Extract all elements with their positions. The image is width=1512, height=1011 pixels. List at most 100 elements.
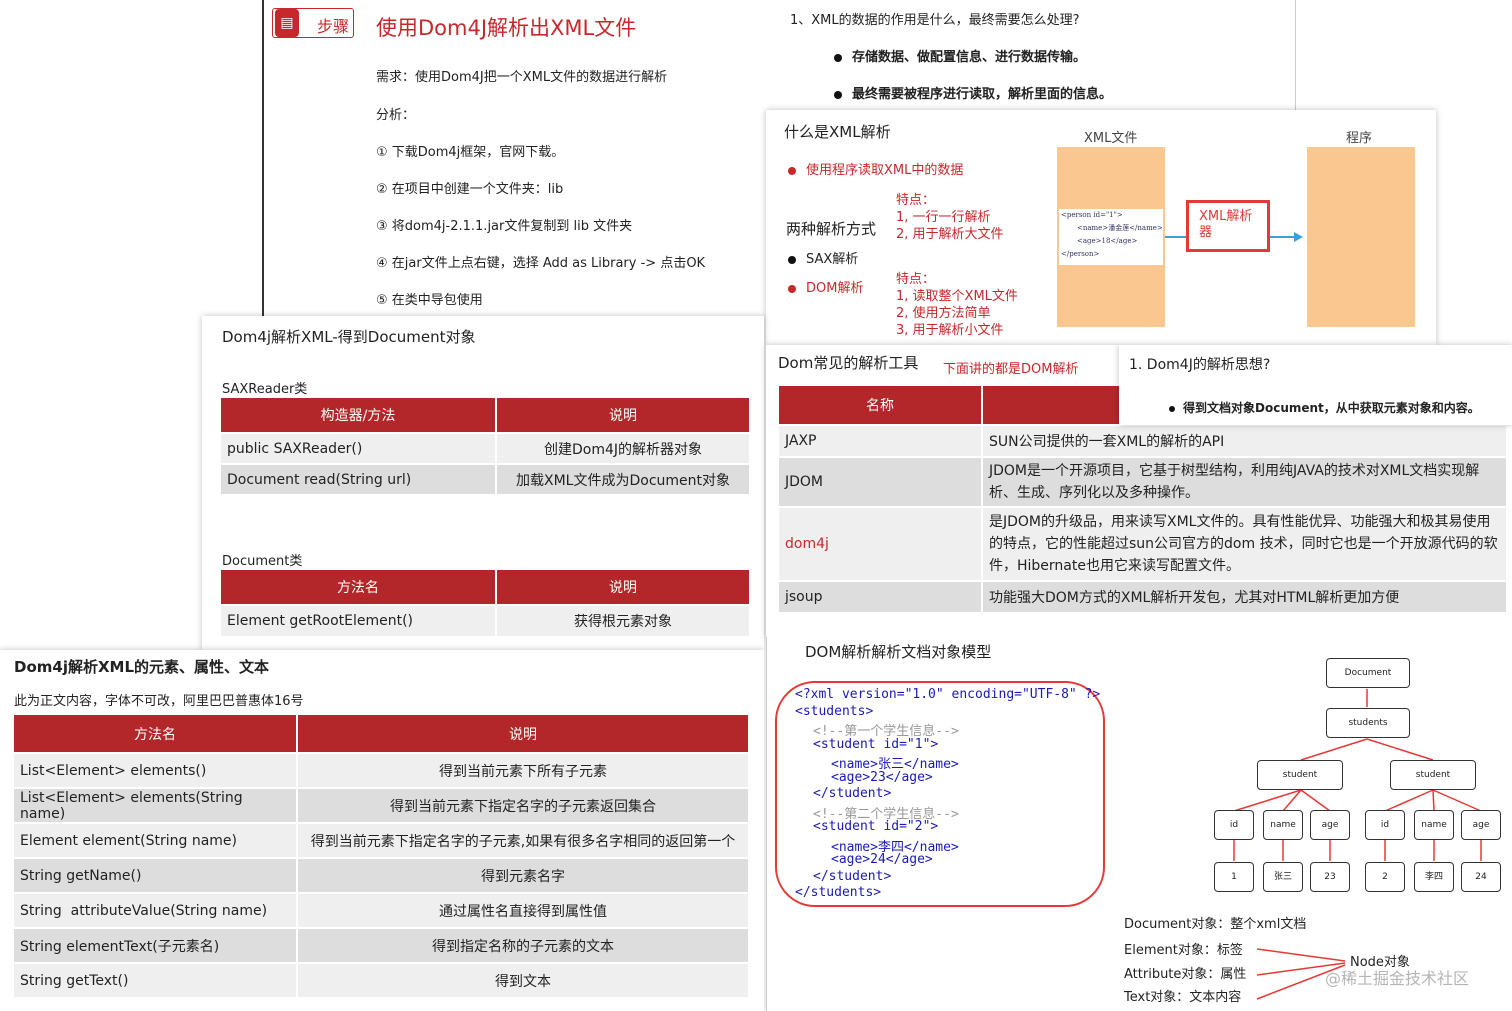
table-cell: 获得根元素对象 (497, 606, 749, 636)
table-cell: public SAXReader() (221, 434, 495, 463)
table-cell: List<Element> elements(String name) (14, 789, 296, 822)
tree-node-name: name (1263, 810, 1303, 840)
bullet-icon (788, 255, 796, 264)
table-row: Document read(String url) 加载XML文件成为Docum… (221, 465, 749, 494)
table-cell: 得到当前元素下指定名字的子元素返回集合 (298, 789, 748, 822)
idea-bullet: 得到文档对象Document，从中获取元素对象和内容。 (1169, 399, 1480, 416)
table-header: 说明 (298, 715, 748, 752)
sax-feature-0: 特点： (896, 193, 936, 208)
tools-title: Dom常见的解析工具 (778, 354, 919, 372)
steps-badge: ▤ 步骤 (272, 8, 354, 38)
table-cell: jsoup (779, 582, 981, 612)
step-4: ④ 在jar文件上点右键，选择 Add as Library -> 点击OK (376, 256, 706, 271)
table-cell: 加载XML文件成为Document对象 (497, 465, 749, 494)
table-row: List<Element> elements(String name) 得到当前… (14, 789, 748, 822)
purpose-bullet-2: 最终需要被程序进行读取，解析里面的信息。 (834, 83, 1112, 102)
table-cell: String attributeValue(String name) (14, 894, 296, 927)
table-row: String getName() 得到元素名字 (14, 859, 748, 892)
xml-snippet-line-3: </person> (1061, 250, 1100, 258)
legend-document: Document对象：整个xml文档 (1124, 917, 1307, 932)
flow-arrow-head-icon (1294, 232, 1303, 242)
legend-text: Text对象：文本内容 (1124, 990, 1242, 1005)
parser-box: XML解析器 (1186, 200, 1270, 252)
bullet-icon (788, 166, 796, 175)
what-bullet: 使用程序读取XML中的数据 (788, 159, 963, 178)
purpose-question: 1、XML的数据的作用是什么，最终需要怎么处理? (790, 13, 1080, 28)
tree-node-text: 1 (1214, 862, 1254, 892)
two-ways-label: 两种解析方式 (786, 220, 877, 238)
saxreader-class1: SAXReader类 (222, 382, 308, 397)
sax-feature-1: 1, 一行一行解析 (896, 210, 991, 225)
table-header: 构造器/方法 (221, 398, 495, 432)
table-cell: 得到元素名字 (298, 859, 748, 892)
tree-node-text: 2 (1365, 862, 1405, 892)
xml-snippet-line-1: <name>潘金莲</name> (1077, 224, 1163, 232)
saxreader-title: Dom4j解析XML-得到Document对象 (222, 328, 476, 346)
sax-label: SAX解析 (806, 252, 859, 267)
parser-label: XML解析器 (1199, 209, 1253, 240)
table-row: dom4j 是JDOM的升级品，用来读写XML文件的。具有性能优异、功能强大和极… (779, 508, 1506, 580)
tree-node-students: students (1326, 708, 1410, 738)
tree-node-age: age (1461, 810, 1501, 840)
table-header: 说明 (497, 398, 749, 432)
idea-panel: 1. Dom4J的解析思想? 得到文档对象Document，从中获取元素对象和内… (1119, 345, 1512, 425)
xml-file-block: <person id="1"> <name>潘金莲</name> <age>18… (1057, 147, 1165, 327)
saxreader-panel: Dom4j解析XML-得到Document对象 SAXReader类 构造器/方… (202, 316, 764, 650)
purpose-bullet-2-text: 最终需要被程序进行读取，解析里面的信息。 (852, 87, 1113, 102)
steps-badge-label: 步骤 (317, 17, 350, 36)
document-icon: ▤ (275, 9, 299, 37)
steps-panel: ▤ 步骤 使用Dom4J解析出XML文件 需求：使用Dom4J把一个XML文件的… (262, 0, 764, 318)
program-label: 程序 (1346, 131, 1373, 146)
step-2: ② 在项目中创建一个文件夹：lib (376, 182, 564, 197)
sax-feature-2: 2, 用于解析大文件 (896, 227, 1004, 242)
table-cell: Element element(String name) (14, 824, 296, 857)
tree-node-text: 23 (1310, 862, 1350, 892)
dom-item: DOM解析 (788, 277, 863, 296)
bullet-icon (834, 53, 842, 62)
dom-feature-2: 2, 使用方法简单 (896, 306, 991, 321)
purpose-bullet-1-text: 存储数据、做配置信息、进行数据传输。 (852, 50, 1087, 65)
table-cell: List<Element> elements() (14, 754, 296, 787)
tree-node-text: 张三 (1263, 862, 1303, 892)
steps-need: 需求：使用Dom4J把一个XML文件的数据进行解析 (376, 70, 668, 85)
bullet-icon (788, 284, 796, 293)
purpose-panel: 1、XML的数据的作用是什么，最终需要怎么处理? 存储数据、做配置信息、进行数据… (766, 0, 1296, 110)
tree-node-age: age (1310, 810, 1350, 840)
table-cell: JDOM (779, 458, 981, 506)
table-cell: Element getRootElement() (221, 606, 495, 636)
table-cell: dom4j (779, 508, 981, 580)
tools-panel: Dom常见的解析工具 下面讲的都是DOM解析 名称 JAXP SUN公司提供的一… (766, 345, 1512, 637)
step-5: ⑤ 在类中导包使用 (376, 293, 483, 308)
tree-node-name: name (1414, 810, 1454, 840)
xml-snippet-line-0: <person id="1"> (1061, 211, 1123, 219)
table-row: JDOM JDOM是一个开源项目，它基于树型结构，利用纯JAVA的技术对XML文… (779, 458, 1506, 506)
table-row: Element getRootElement() 获得根元素对象 (221, 606, 749, 636)
step-1: ① 下载Dom4j框架，官网下载。 (376, 145, 565, 160)
steps-title: 使用Dom4J解析出XML文件 (376, 16, 637, 40)
table-row: List<Element> elements() 得到当前元素下所有子元素 (14, 754, 748, 787)
table-row: public SAXReader() 创建Dom4J的解析器对象 (221, 434, 749, 463)
table-header: 方法名 (221, 570, 495, 604)
xml-snippet: <person id="1"> <name>潘金莲</name> <age>18… (1059, 209, 1163, 265)
table-row: String getText() 得到文本 (14, 964, 748, 997)
tree-node-student: student (1257, 760, 1343, 790)
sax-item: SAX解析 (788, 248, 858, 267)
step-3: ③ 将dom4j-2.1.1.jar文件复制到 lib 文件夹 (376, 219, 633, 234)
legend-attribute: Attribute对象：属性 (1124, 967, 1247, 982)
dom-feature-1: 1, 读取整个XML文件 (896, 289, 1018, 304)
what-panel: 什么是XML解析 使用程序读取XML中的数据 两种解析方式 SAX解析 DOM解… (766, 110, 1436, 345)
dom-feature-3: 3, 用于解析小文件 (896, 323, 1004, 338)
dom-feature-0: 特点： (896, 272, 936, 287)
table-cell: 得到当前元素下指定名字的子元素,如果有很多名字相同的返回第一个 (298, 824, 748, 857)
table-row: JAXP SUN公司提供的一套XML的解析的API (779, 426, 1506, 456)
tree-node-id: id (1214, 810, 1254, 840)
table-row: Element element(String name) 得到当前元素下指定名字… (14, 824, 748, 857)
table-row: jsoup 功能强大DOM方式的XML解析开发包，尤其对HTML解析更加方便 (779, 582, 1506, 612)
purpose-bullet-1: 存储数据、做配置信息、进行数据传输。 (834, 46, 1086, 65)
saxreader-class2: Document类 (222, 554, 303, 569)
table-cell: 得到当前元素下所有子元素 (298, 754, 748, 787)
table-header: 方法名 (14, 715, 296, 752)
table-cell: 得到指定名称的子元素的文本 (298, 929, 748, 962)
table-cell: 通过属性名直接得到属性值 (298, 894, 748, 927)
table-cell: SUN公司提供的一套XML的解析的API (983, 426, 1506, 456)
